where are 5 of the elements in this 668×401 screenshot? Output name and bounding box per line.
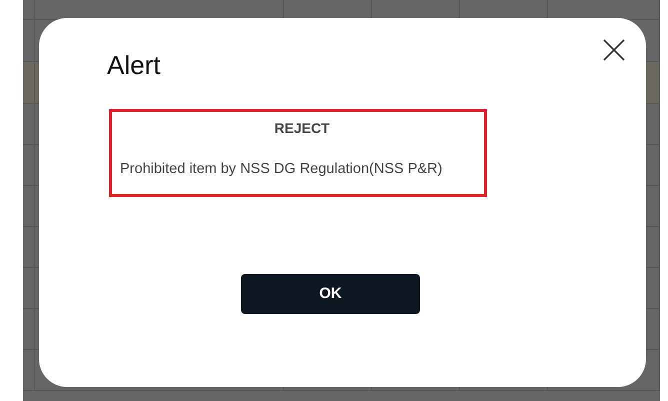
ok-button[interactable]: OK: [241, 274, 420, 314]
dialog-title: Alert: [107, 49, 160, 82]
message-text: Prohibited item by NSS DG Regulation(NSS P&R): [120, 160, 444, 179]
close-icon[interactable]: [602, 38, 626, 62]
message-heading: REJECT: [274, 119, 330, 138]
